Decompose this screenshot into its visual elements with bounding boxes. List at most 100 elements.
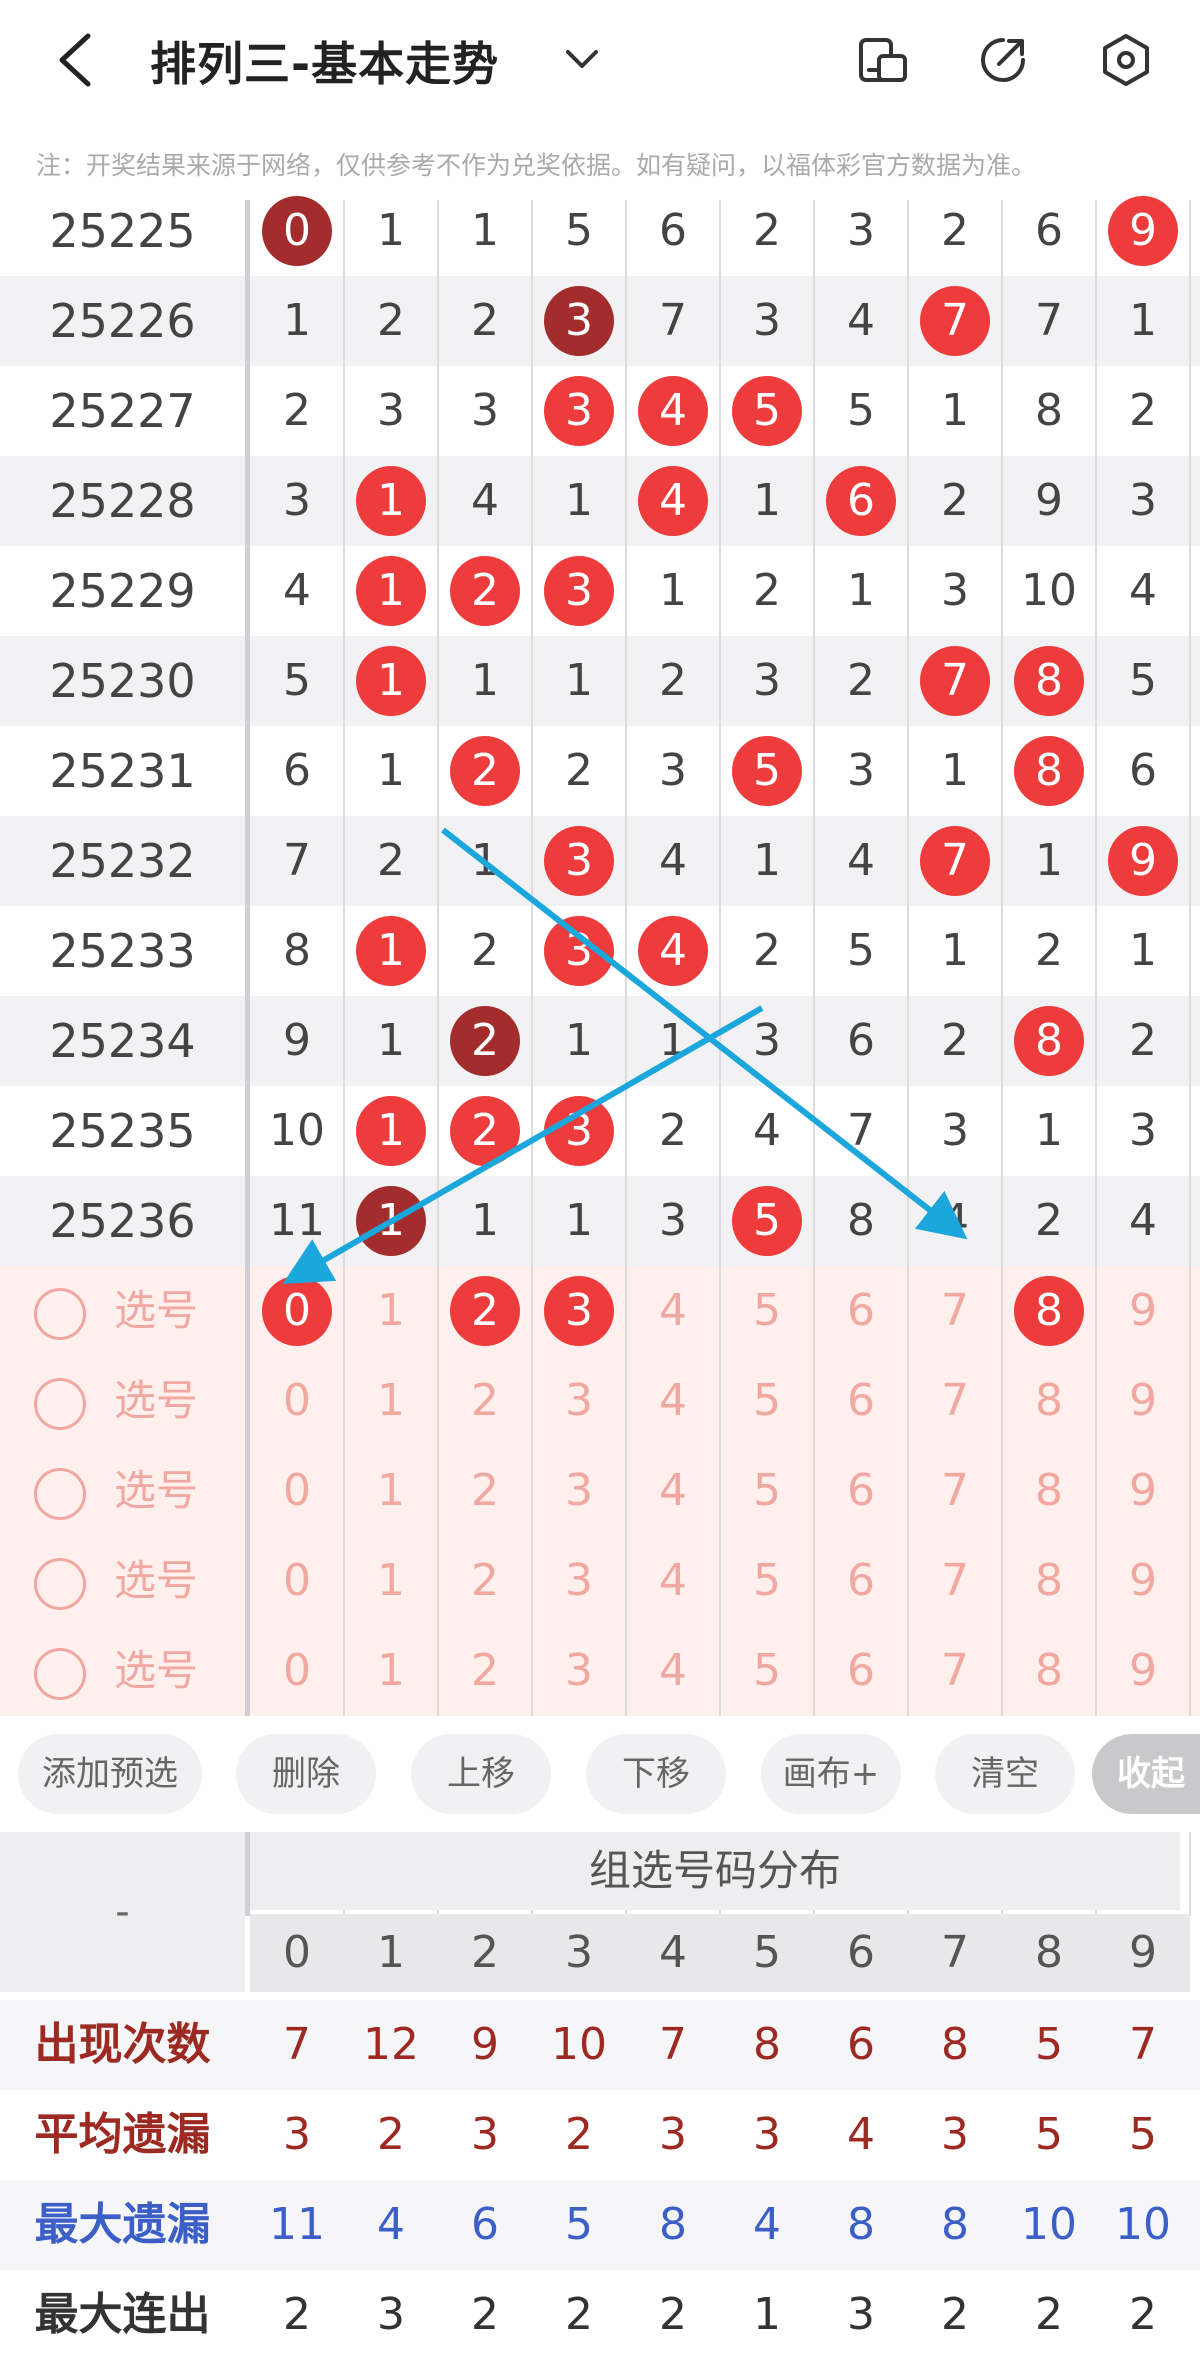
trend-cell: 5 xyxy=(720,726,814,816)
trend-cell: 9 xyxy=(1096,816,1190,906)
trend-cell: 4 xyxy=(753,1105,781,1156)
trend-cell: 4 xyxy=(626,366,720,456)
pick-digit[interactable]: 8 xyxy=(1002,1626,1096,1716)
pick-digit[interactable]: 2 xyxy=(438,1266,532,1356)
stats-value: 10 xyxy=(1021,2199,1077,2250)
pick-digit[interactable]: 3 xyxy=(532,1536,626,1626)
pick-digit[interactable]: 4 xyxy=(626,1446,720,1536)
stats-value: 3 xyxy=(847,2289,875,2340)
stats-value: 5 xyxy=(1129,2109,1157,2160)
stats-row-label: 出现次数 xyxy=(34,2019,211,2070)
trend-cell: 1 xyxy=(1129,925,1157,976)
pick-digit[interactable]: 3 xyxy=(532,1626,626,1716)
pick-digit[interactable]: 3 xyxy=(532,1446,626,1536)
pick-digit[interactable]: 7 xyxy=(908,1446,1002,1536)
pick-digit[interactable]: 9 xyxy=(1096,1446,1190,1536)
pick-digit[interactable]: 8 xyxy=(1002,1536,1096,1626)
pick-digit[interactable]: 9 xyxy=(1096,1626,1190,1716)
pick-row-selector[interactable]: 选号 xyxy=(0,1536,245,1626)
draw-ball: 3 xyxy=(544,826,614,896)
draw-ball: 2 xyxy=(450,1096,520,1166)
pick-digit[interactable]: 4 xyxy=(626,1356,720,1446)
collapse-button[interactable]: 收起 xyxy=(1092,1734,1200,1814)
pick-digit[interactable]: 2 xyxy=(438,1446,532,1536)
page-title[interactable]: 排列三-基本走势 xyxy=(150,28,499,94)
move-down-button[interactable]: 下移 xyxy=(586,1734,726,1814)
pick-digit[interactable]: 6 xyxy=(814,1446,908,1536)
stats-digit-header: 6 xyxy=(814,1914,908,1992)
radio-circle-icon[interactable] xyxy=(34,1558,86,1610)
draw-ball: 8 xyxy=(1014,736,1084,806)
pick-digit[interactable]: 6 xyxy=(814,1626,908,1716)
pick-digit[interactable]: 3 xyxy=(532,1356,626,1446)
pick-digit[interactable]: 9 xyxy=(1096,1536,1190,1626)
clear-button[interactable]: 清空 xyxy=(935,1734,1075,1814)
pick-digit[interactable]: 2 xyxy=(438,1356,532,1446)
pick-digit[interactable]: 5 xyxy=(720,1446,814,1536)
pick-row-selector[interactable]: 选号 xyxy=(0,1266,245,1356)
pick-row-selector[interactable]: 选号 xyxy=(0,1446,245,1536)
pick-digit[interactable]: 7 xyxy=(908,1536,1002,1626)
pick-digit[interactable]: 8 xyxy=(1002,1356,1096,1446)
stats-digit-header: 3 xyxy=(532,1914,626,1992)
stats-value: 7 xyxy=(1129,2019,1157,2070)
trend-cell: 3 xyxy=(847,745,875,796)
trend-cell: 5 xyxy=(1129,655,1157,706)
pick-digit[interactable]: 5 xyxy=(720,1356,814,1446)
radio-circle-icon[interactable] xyxy=(34,1648,86,1700)
pick-digit[interactable]: 1 xyxy=(344,1446,438,1536)
pick-digit[interactable]: 9 xyxy=(1096,1266,1190,1356)
delete-button[interactable]: 删除 xyxy=(236,1734,376,1814)
pick-digit[interactable]: 0 xyxy=(250,1266,344,1356)
pick-digit[interactable]: 5 xyxy=(720,1536,814,1626)
share-icon[interactable] xyxy=(975,32,1031,88)
chevron-down-icon[interactable] xyxy=(560,40,604,80)
pick-row-selector[interactable]: 选号 xyxy=(0,1356,245,1446)
selected-ball[interactable]: 2 xyxy=(450,1276,520,1346)
pick-digit[interactable]: 5 xyxy=(720,1626,814,1716)
trend-cell: 2 xyxy=(941,1015,969,1066)
trend-cell: 3 xyxy=(941,1105,969,1156)
radio-circle-icon[interactable] xyxy=(34,1288,86,1340)
draw-ball: 0 xyxy=(262,196,332,266)
radio-circle-icon[interactable] xyxy=(34,1468,86,1520)
pick-digit[interactable]: 0 xyxy=(250,1536,344,1626)
canvas-plus-button[interactable]: 画布+ xyxy=(761,1734,901,1814)
settings-hexagon-icon[interactable] xyxy=(1098,32,1154,88)
move-up-button[interactable]: 上移 xyxy=(411,1734,551,1814)
column-divider xyxy=(1189,200,1191,1916)
pick-digit[interactable]: 0 xyxy=(250,1356,344,1446)
pick-digit[interactable]: 1 xyxy=(344,1626,438,1716)
selected-ball[interactable]: 3 xyxy=(544,1276,614,1346)
pick-digit[interactable]: 5 xyxy=(720,1266,814,1356)
pick-digit[interactable]: 0 xyxy=(250,1446,344,1536)
pick-digit[interactable]: 7 xyxy=(908,1626,1002,1716)
radio-circle-icon[interactable] xyxy=(34,1378,86,1430)
pick-digit[interactable]: 4 xyxy=(626,1536,720,1626)
pick-digit[interactable]: 2 xyxy=(438,1626,532,1716)
pick-digit[interactable]: 8 xyxy=(1002,1266,1096,1356)
pick-digit[interactable]: 2 xyxy=(438,1536,532,1626)
pick-digit[interactable]: 9 xyxy=(1096,1356,1190,1446)
pick-digit[interactable]: 1 xyxy=(344,1536,438,1626)
pick-digit[interactable]: 6 xyxy=(814,1356,908,1446)
pick-digit[interactable]: 4 xyxy=(626,1266,720,1356)
pick-digit[interactable]: 3 xyxy=(532,1266,626,1356)
selected-ball[interactable]: 8 xyxy=(1014,1276,1084,1346)
pick-digit[interactable]: 6 xyxy=(814,1266,908,1356)
back-arrow-icon[interactable] xyxy=(50,30,100,90)
pick-digit[interactable]: 4 xyxy=(626,1626,720,1716)
pick-digit[interactable]: 0 xyxy=(250,1626,344,1716)
add-preselect-button[interactable]: 添加预选 xyxy=(18,1734,202,1814)
pick-digit[interactable]: 8 xyxy=(1002,1446,1096,1536)
pick-row-selector[interactable]: 选号 xyxy=(0,1626,245,1716)
pick-digit[interactable]: 1 xyxy=(344,1266,438,1356)
pick-digit[interactable]: 7 xyxy=(908,1266,1002,1356)
pick-digit[interactable]: 7 xyxy=(908,1356,1002,1446)
trend-cell: 3 xyxy=(283,475,311,526)
pick-digit[interactable]: 6 xyxy=(814,1536,908,1626)
layout-toggle-icon[interactable] xyxy=(855,32,911,88)
pick-digit[interactable]: 1 xyxy=(344,1356,438,1446)
selected-ball[interactable]: 0 xyxy=(262,1276,332,1346)
issue-number: 25231 xyxy=(49,744,196,798)
